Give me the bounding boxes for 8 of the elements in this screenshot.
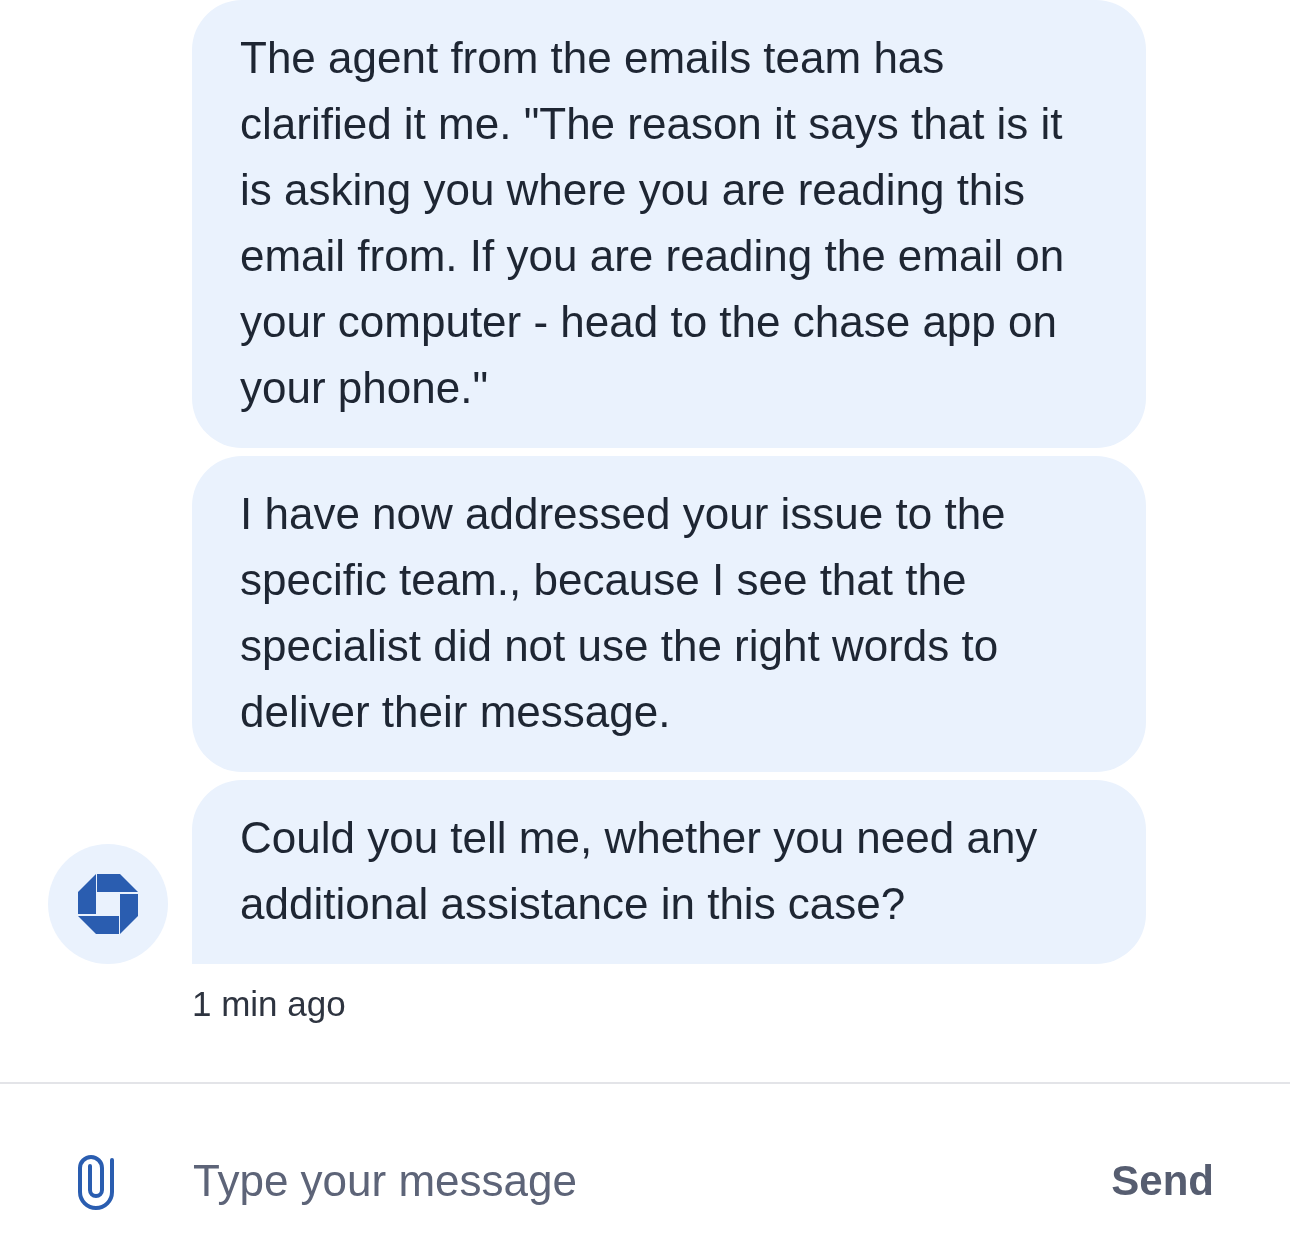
message-bubble: Could you tell me, whether you need any additional assistance in this case? [192, 780, 1146, 964]
message-bubble: The agent from the emails team has clarified it me. "The reason it says that is it is asking you where you are reading this email from. If you are reading the email on your computer - head to the chase app on your phone." [192, 0, 1146, 448]
message-timestamp: 1 min ago [192, 983, 346, 1025]
send-button[interactable]: Send [1111, 1157, 1214, 1205]
avatar-logo-icon [48, 844, 168, 964]
paperclip-icon[interactable] [75, 1152, 117, 1210]
message-input[interactable]: Type your message [193, 1151, 1112, 1211]
message-bubble: I have now addressed your issue to the specific team., because I see that the specialist did not use the right words to deliver their message. [192, 456, 1146, 772]
